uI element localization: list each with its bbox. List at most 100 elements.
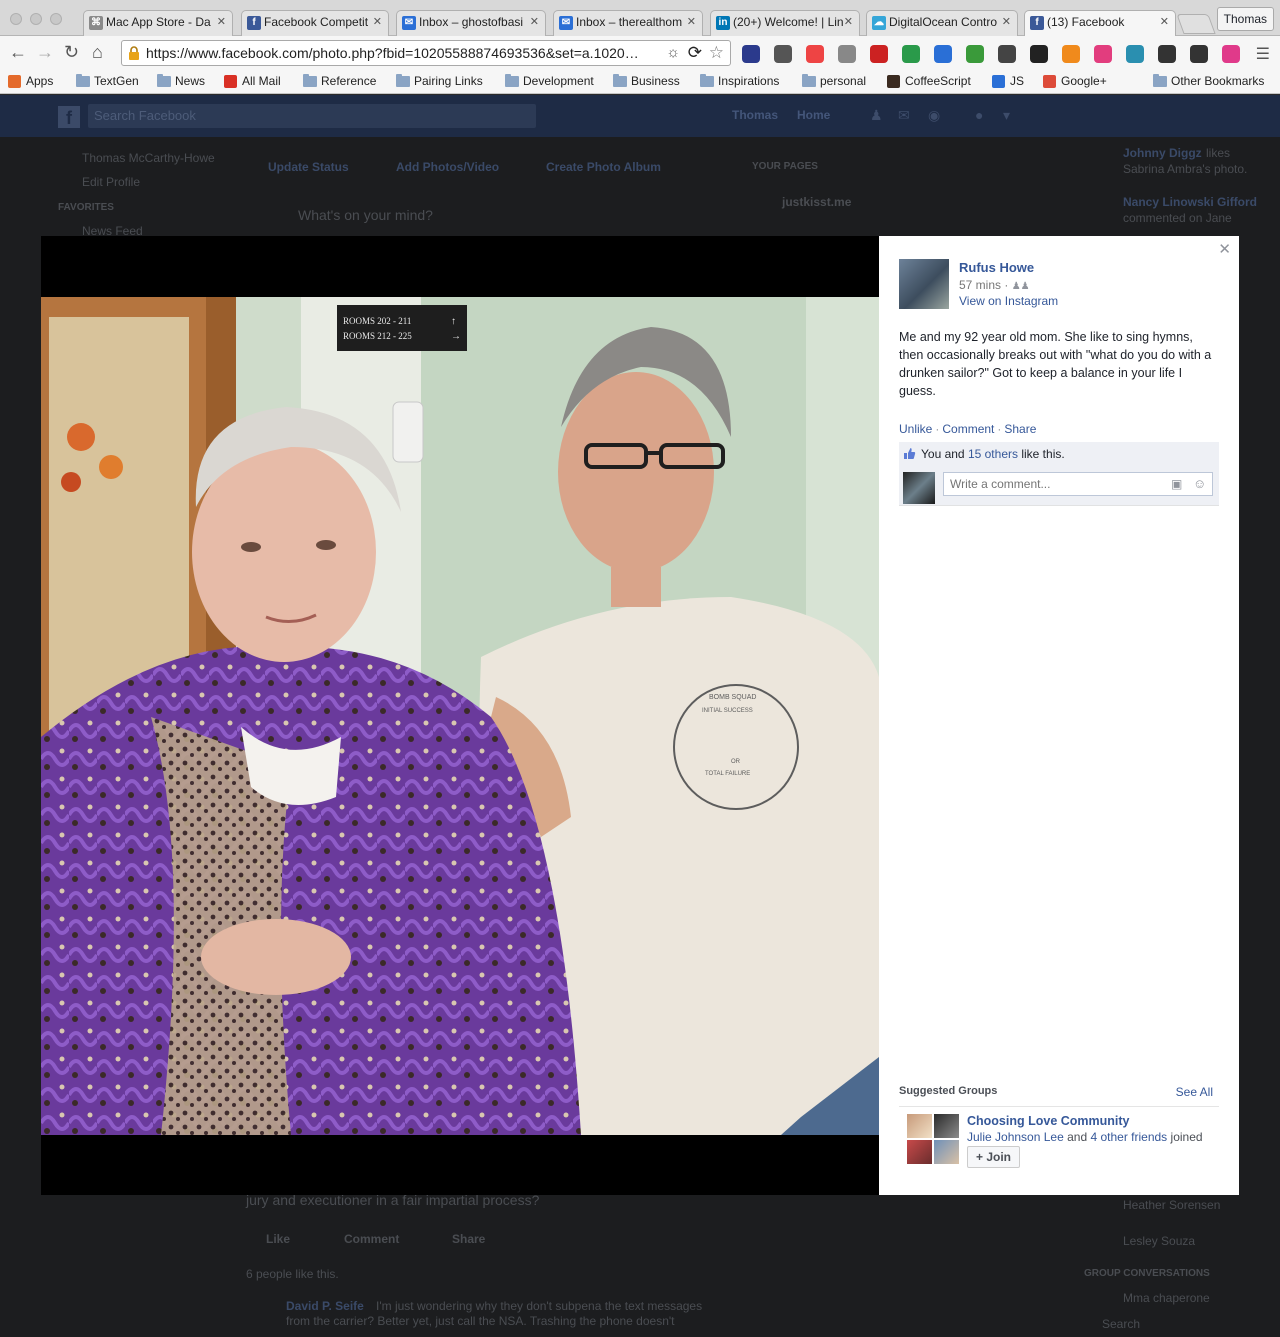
bookmark-item[interactable]: Business xyxy=(613,74,680,88)
extension-icon[interactable] xyxy=(998,45,1016,63)
facebook-search-input[interactable]: Search Facebook xyxy=(88,104,536,128)
add-photos-link[interactable]: Add Photos/Video xyxy=(396,160,499,174)
sync-icon[interactable]: ⟳ xyxy=(688,43,702,63)
unlike-link[interactable]: Unlike xyxy=(899,422,932,436)
window-close-dot[interactable] xyxy=(10,13,22,25)
friend-requests-icon[interactable]: ♟ xyxy=(870,107,883,124)
window-minimize-dot[interactable] xyxy=(30,13,42,25)
update-status-link[interactable]: Update Status xyxy=(268,160,349,174)
messages-icon[interactable]: ✉ xyxy=(898,107,910,124)
camera-icon[interactable]: ▣ xyxy=(1171,477,1182,491)
comment-link[interactable]: Comment xyxy=(942,422,994,436)
bookmark-item[interactable]: Reference xyxy=(303,74,376,88)
group-name-link[interactable]: Choosing Love Community xyxy=(967,1114,1130,1128)
privacy-lock-icon[interactable]: ● xyxy=(975,107,983,123)
window-zoom-dot[interactable] xyxy=(50,13,62,25)
bookmark-item[interactable]: Google+ xyxy=(1043,74,1107,88)
emoji-smiley-icon[interactable]: ☺ xyxy=(1193,476,1206,491)
feed-likes-count[interactable]: 6 people like this. xyxy=(246,1267,339,1281)
extension-icon[interactable] xyxy=(742,45,760,63)
bookmark-item[interactable]: JS xyxy=(992,74,1024,88)
feed-comment-link[interactable]: Comment xyxy=(344,1232,399,1246)
tab-close-icon[interactable]: ✕ xyxy=(844,15,853,28)
browser-tab[interactable]: ☁ DigitalOcean Contro ✕ xyxy=(866,10,1018,36)
feed-share-link[interactable]: Share xyxy=(452,1232,485,1246)
chat-search[interactable]: Search xyxy=(1102,1317,1140,1331)
extension-icon[interactable] xyxy=(1126,45,1144,63)
extension-icon[interactable] xyxy=(806,45,824,63)
bookmark-item[interactable]: personal xyxy=(802,74,866,88)
status-composer[interactable]: What's on your mind? xyxy=(298,207,433,223)
audience-friends-icon[interactable]: ♟♟ xyxy=(1012,281,1030,292)
tab-close-icon[interactable]: ✕ xyxy=(687,15,696,28)
extension-icon[interactable] xyxy=(934,45,952,63)
chat-contact[interactable]: Lesley Souza xyxy=(1123,1234,1195,1248)
feed-comment-author[interactable]: David P. Seife xyxy=(286,1299,364,1313)
tab-close-icon[interactable]: ✕ xyxy=(217,15,226,28)
bookmark-item[interactable]: Apps xyxy=(8,74,53,88)
extension-icon[interactable] xyxy=(966,45,984,63)
ticker-name[interactable]: Nancy Linowski Gifford xyxy=(1123,195,1257,209)
bookmark-item[interactable]: TextGen xyxy=(76,74,139,88)
bookmark-item[interactable]: News xyxy=(157,74,205,88)
tab-close-icon[interactable]: ✕ xyxy=(373,15,382,28)
extension-icon[interactable] xyxy=(1062,45,1080,63)
feed-like-link[interactable]: Like xyxy=(266,1232,290,1246)
create-album-link[interactable]: Create Photo Album xyxy=(546,160,661,174)
bookmark-item[interactable]: Pairing Links xyxy=(396,74,483,88)
extension-icon[interactable] xyxy=(838,45,856,63)
close-icon[interactable]: ✕ xyxy=(1218,240,1231,258)
settings-arrow-icon[interactable]: ▾ xyxy=(1003,107,1010,124)
forward-arrow-icon[interactable]: → xyxy=(36,43,54,61)
address-bar[interactable]: https://www.facebook.com/photo.php?fbid=… xyxy=(121,40,731,66)
edit-profile-link[interactable]: Edit Profile xyxy=(82,175,140,189)
extension-icon[interactable] xyxy=(774,45,792,63)
author-name-link[interactable]: Rufus Howe xyxy=(959,260,1034,275)
page-link[interactable]: justkisst.me xyxy=(782,195,851,209)
browser-tab[interactable]: f (13) Facebook ✕ xyxy=(1024,10,1176,37)
lightbulb-icon[interactable]: ☼ xyxy=(666,44,680,61)
sidebar-user-link[interactable]: Thomas McCarthy-Howe xyxy=(82,151,215,165)
nav-user-link[interactable]: Thomas xyxy=(732,108,778,122)
extension-icon[interactable] xyxy=(1158,45,1176,63)
bookmark-item[interactable]: Development xyxy=(505,74,594,88)
group-thumbnail[interactable] xyxy=(907,1114,959,1164)
ticker-name[interactable]: Johnny Diggz xyxy=(1123,146,1202,160)
new-tab-button[interactable] xyxy=(1176,14,1216,34)
nav-home-link[interactable]: Home xyxy=(797,108,830,122)
group-others-link[interactable]: 4 other friends xyxy=(1090,1130,1167,1144)
browser-tab[interactable]: f Facebook Competit ✕ xyxy=(241,10,389,36)
bookmark-item[interactable]: CoffeeScript xyxy=(887,74,971,88)
bookmark-star-icon[interactable]: ☆ xyxy=(709,43,724,63)
extension-icon[interactable] xyxy=(1190,45,1208,63)
extension-icon[interactable] xyxy=(870,45,888,63)
reload-icon[interactable]: ↻ xyxy=(64,43,79,61)
tab-close-icon[interactable]: ✕ xyxy=(530,15,539,28)
extension-icon[interactable] xyxy=(1094,45,1112,63)
back-arrow-icon[interactable]: ← xyxy=(9,43,27,61)
notifications-icon[interactable]: ◉ xyxy=(928,107,940,124)
menu-icon[interactable]: ☰ xyxy=(1256,44,1270,64)
bookmark-item[interactable]: All Mail xyxy=(224,74,281,88)
share-link[interactable]: Share xyxy=(1004,422,1036,436)
facebook-logo-icon[interactable]: f xyxy=(58,106,80,128)
chat-contact[interactable]: Heather Sorensen xyxy=(1123,1198,1220,1212)
browser-tab[interactable]: ⌘ Mac App Store - Da ✕ xyxy=(83,10,233,36)
extension-icon[interactable] xyxy=(1030,45,1048,63)
extension-icon[interactable] xyxy=(902,45,920,63)
join-group-button[interactable]: + Join xyxy=(967,1146,1021,1168)
group-chat[interactable]: Mma chaperone xyxy=(1123,1291,1210,1305)
see-all-link[interactable]: See All xyxy=(1176,1085,1213,1099)
extension-icon[interactable] xyxy=(1222,45,1240,63)
profile-button[interactable]: Thomas xyxy=(1216,7,1274,31)
tab-close-icon[interactable]: ✕ xyxy=(1002,15,1011,28)
group-member-link[interactable]: Julie Johnson Lee xyxy=(967,1130,1064,1144)
bookmark-item[interactable]: Inspirations xyxy=(700,74,779,88)
browser-tab[interactable]: in (20+) Welcome! | Lin ✕ xyxy=(710,10,860,36)
tab-close-icon[interactable]: ✕ xyxy=(1160,15,1169,28)
likes-others-link[interactable]: 15 others xyxy=(968,447,1018,461)
view-on-instagram-link[interactable]: View on Instagram xyxy=(959,294,1058,308)
post-photo[interactable]: ROOMS 202 - 211 ROOMS 212 - 225 ↑ → BOMB… xyxy=(41,297,879,1135)
author-avatar[interactable] xyxy=(899,259,949,309)
home-icon[interactable]: ⌂ xyxy=(92,43,103,61)
